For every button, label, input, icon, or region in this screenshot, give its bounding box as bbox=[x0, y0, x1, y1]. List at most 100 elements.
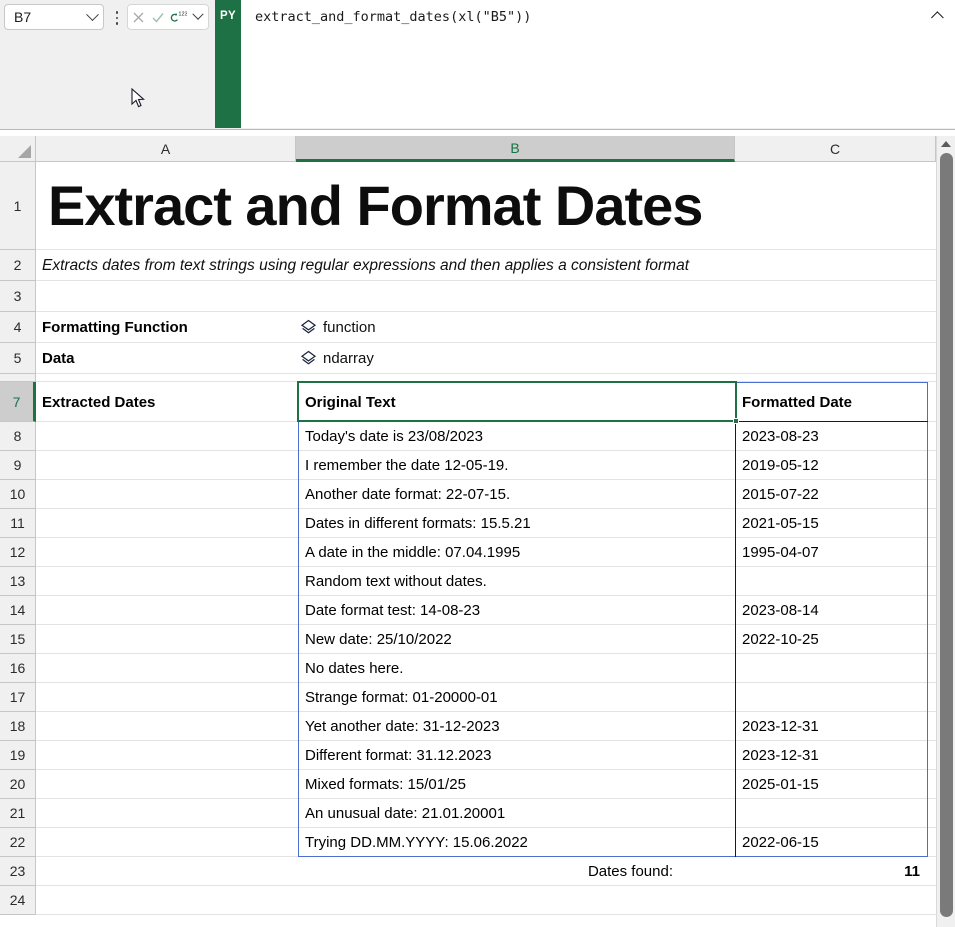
table-row[interactable]: Yet another date: 31-12-2023 bbox=[298, 712, 735, 741]
refresh-123-icon[interactable]: 123 bbox=[168, 5, 188, 29]
row-header-label: 2 bbox=[13, 257, 22, 273]
table-row[interactable]: 2021-05-15 bbox=[735, 509, 928, 538]
row-header-24[interactable]: 24 bbox=[0, 886, 36, 915]
column-header-c[interactable]: C bbox=[735, 136, 936, 162]
scrollbar-thumb[interactable] bbox=[940, 153, 953, 917]
table-row[interactable]: I remember the date 12-05-19. bbox=[298, 451, 735, 480]
table-row[interactable]: 2022-06-15 bbox=[735, 828, 928, 857]
name-box-value: B7 bbox=[14, 9, 32, 25]
row-header-9[interactable]: 9 bbox=[0, 451, 36, 480]
row-header-label: 19 bbox=[9, 747, 26, 763]
column-header-b[interactable]: B bbox=[296, 136, 735, 162]
select-all-triangle-icon[interactable] bbox=[0, 136, 36, 162]
formula-text: extract_and_format_dates(xl("B5")) bbox=[255, 9, 532, 25]
table-cell-formatted-date: 2015-07-22 bbox=[742, 486, 819, 503]
row-header-16[interactable]: 16 bbox=[0, 654, 36, 683]
table-row[interactable] bbox=[735, 567, 928, 596]
row-header-17[interactable]: 17 bbox=[0, 683, 36, 712]
checkmark-icon[interactable] bbox=[148, 5, 168, 29]
cell-b4-python-object[interactable]: function bbox=[296, 312, 735, 343]
table-row[interactable]: Date format test: 14-08-23 bbox=[298, 596, 735, 625]
table-row[interactable]: 2022-10-25 bbox=[735, 625, 928, 654]
row-header-14[interactable]: 14 bbox=[0, 596, 36, 625]
row-header-8[interactable]: 8 bbox=[0, 422, 36, 451]
table-row[interactable]: Today's date is 23/08/2023 bbox=[298, 422, 735, 451]
row-header-3[interactable]: 3 bbox=[0, 281, 36, 312]
table-cell-formatted-date: 1995-04-07 bbox=[742, 544, 819, 561]
cell-a5-label[interactable]: Data bbox=[36, 343, 296, 374]
chevron-down-icon[interactable] bbox=[81, 7, 103, 22]
row-header-5[interactable]: 5 bbox=[0, 343, 36, 374]
cell-a4-label[interactable]: Formatting Function bbox=[36, 312, 296, 343]
table-row[interactable]: Different format: 31.12.2023 bbox=[298, 741, 735, 770]
table-cell-original-text: No dates here. bbox=[305, 660, 404, 677]
row-header-19[interactable]: 19 bbox=[0, 741, 36, 770]
column-header-label: B bbox=[510, 139, 520, 156]
vertical-scrollbar[interactable] bbox=[936, 136, 955, 927]
chevron-up-icon[interactable] bbox=[929, 6, 949, 24]
table-row[interactable]: Another date format: 22-07-15. bbox=[298, 480, 735, 509]
kebab-menu-icon[interactable] bbox=[110, 8, 124, 28]
row-header-18[interactable]: 18 bbox=[0, 712, 36, 741]
row-header-11[interactable]: 11 bbox=[0, 509, 36, 538]
table-row[interactable]: New date: 25/10/2022 bbox=[298, 625, 735, 654]
table-row[interactable]: Strange format: 01-20000-01 bbox=[298, 683, 735, 712]
table-cell-formatted-date: 2022-06-15 bbox=[742, 834, 819, 851]
table-row[interactable]: A date in the middle: 07.04.1995 bbox=[298, 538, 735, 567]
table-header-formatted-date[interactable]: Formatted Date bbox=[735, 382, 928, 422]
row-header-13[interactable]: 13 bbox=[0, 567, 36, 596]
cell-c23-dates-found-value[interactable]: 11 bbox=[735, 857, 928, 886]
row-headers: 1 2 3 4 5 7 8 9 10 11 12 13 14 15 16 17 18 19 20 21 22 23 24 bbox=[0, 162, 36, 927]
table-row[interactable]: 2023-08-14 bbox=[735, 596, 928, 625]
table-row[interactable]: No dates here. bbox=[298, 654, 735, 683]
table-row[interactable]: Random text without dates. bbox=[298, 567, 735, 596]
table-row[interactable]: Trying DD.MM.YYYY: 15.06.2022 bbox=[298, 828, 735, 857]
python-object-chip[interactable]: ndarray bbox=[300, 350, 374, 367]
formula-input[interactable]: extract_and_format_dates(xl("B5")) bbox=[241, 0, 955, 128]
close-icon[interactable] bbox=[128, 5, 148, 29]
table-row[interactable] bbox=[735, 654, 928, 683]
row-header-6[interactable] bbox=[0, 374, 36, 382]
scroll-up-arrow-icon[interactable] bbox=[941, 141, 951, 147]
cell-b5-python-object[interactable]: ndarray bbox=[296, 343, 735, 374]
column-header-a[interactable]: A bbox=[36, 136, 296, 162]
python-object-chip[interactable]: function bbox=[300, 319, 376, 336]
table-row[interactable]: 2023-12-31 bbox=[735, 741, 928, 770]
row-header-20[interactable]: 20 bbox=[0, 770, 36, 799]
row-header-15[interactable]: 15 bbox=[0, 625, 36, 654]
row-header-10[interactable]: 10 bbox=[0, 480, 36, 509]
table-row[interactable]: 1995-04-07 bbox=[735, 538, 928, 567]
row-header-label: 24 bbox=[9, 892, 26, 908]
row-header-2[interactable]: 2 bbox=[0, 250, 36, 281]
table-header-original-text[interactable]: Original Text bbox=[298, 382, 735, 422]
table-row[interactable] bbox=[735, 799, 928, 828]
table-row[interactable] bbox=[735, 683, 928, 712]
table-cell-original-text: Mixed formats: 15/01/25 bbox=[305, 776, 466, 793]
table-row[interactable]: Dates in different formats: 15.5.21 bbox=[298, 509, 735, 538]
row-header-1[interactable]: 1 bbox=[0, 162, 36, 250]
table-cell-original-text: Strange format: 01-20000-01 bbox=[305, 689, 498, 706]
table-row[interactable]: 2023-12-31 bbox=[735, 712, 928, 741]
chevron-down-icon[interactable] bbox=[188, 5, 208, 29]
cell-a7-label[interactable]: Extracted Dates bbox=[36, 382, 296, 422]
row-header-label: 23 bbox=[9, 863, 26, 879]
table-cell-original-text: Another date format: 22-07-15. bbox=[305, 486, 511, 503]
table-row[interactable]: 2015-07-22 bbox=[735, 480, 928, 509]
row-header-12[interactable]: 12 bbox=[0, 538, 36, 567]
row-header-22[interactable]: 22 bbox=[0, 828, 36, 857]
cell-a1-title[interactable]: Extract and Format Dates bbox=[42, 162, 932, 250]
row-header-label: 10 bbox=[9, 486, 26, 502]
table-row[interactable]: 2019-05-12 bbox=[735, 451, 928, 480]
cell-a2-subtitle[interactable]: Extracts dates from text strings using r… bbox=[42, 250, 932, 281]
row-header-21[interactable]: 21 bbox=[0, 799, 36, 828]
cell-b23-dates-found-label[interactable]: Dates found: bbox=[296, 857, 735, 886]
row-header-23[interactable]: 23 bbox=[0, 857, 36, 886]
row-header-4[interactable]: 4 bbox=[0, 312, 36, 343]
name-box[interactable]: B7 bbox=[4, 4, 104, 30]
row-header-7[interactable]: 7 bbox=[0, 382, 36, 422]
table-row[interactable]: 2025-01-15 bbox=[735, 770, 928, 799]
table-row[interactable]: Mixed formats: 15/01/25 bbox=[298, 770, 735, 799]
table-row[interactable]: An unusual date: 21.01.20001 bbox=[298, 799, 735, 828]
table-row[interactable]: 2023-08-23 bbox=[735, 422, 928, 451]
row-header-label: 22 bbox=[9, 834, 26, 850]
